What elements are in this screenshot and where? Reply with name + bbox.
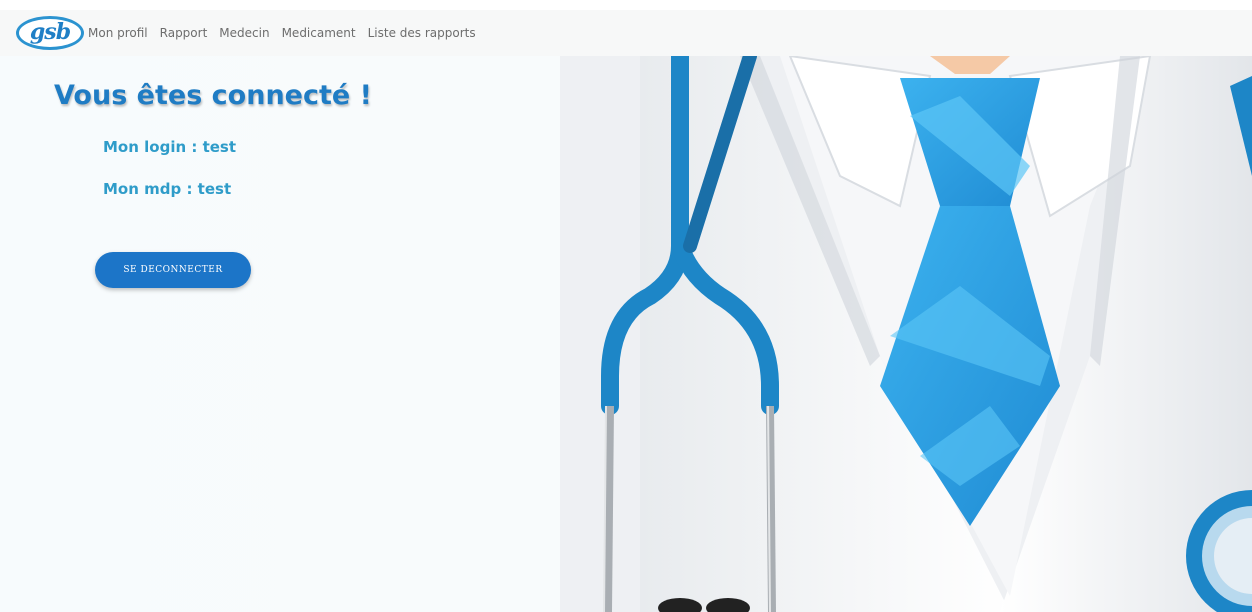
page-title: Vous êtes connecté ! (54, 80, 372, 111)
top-navbar: gsb Mon profil Rapport Medecin Medicamen… (0, 10, 1252, 56)
nav-medicament[interactable]: Medicament (282, 26, 356, 40)
nav-mon-profil[interactable]: Mon profil (88, 26, 148, 40)
login-info: Mon login : test (103, 138, 237, 156)
hero-section: Vous êtes connecté ! Mon login : test Mo… (0, 56, 1252, 612)
password-info: Mon mdp : test (103, 180, 232, 198)
nav-rapport[interactable]: Rapport (160, 26, 208, 40)
nav-medecin[interactable]: Medecin (219, 26, 269, 40)
logout-button[interactable]: SE DECONNECTER (95, 252, 251, 288)
nav-liste-des-rapports[interactable]: Liste des rapports (368, 26, 476, 40)
logo-text: gsb (29, 19, 71, 45)
stethoscope-metal-left (604, 405, 614, 612)
gsb-logo[interactable]: gsb (16, 16, 84, 50)
